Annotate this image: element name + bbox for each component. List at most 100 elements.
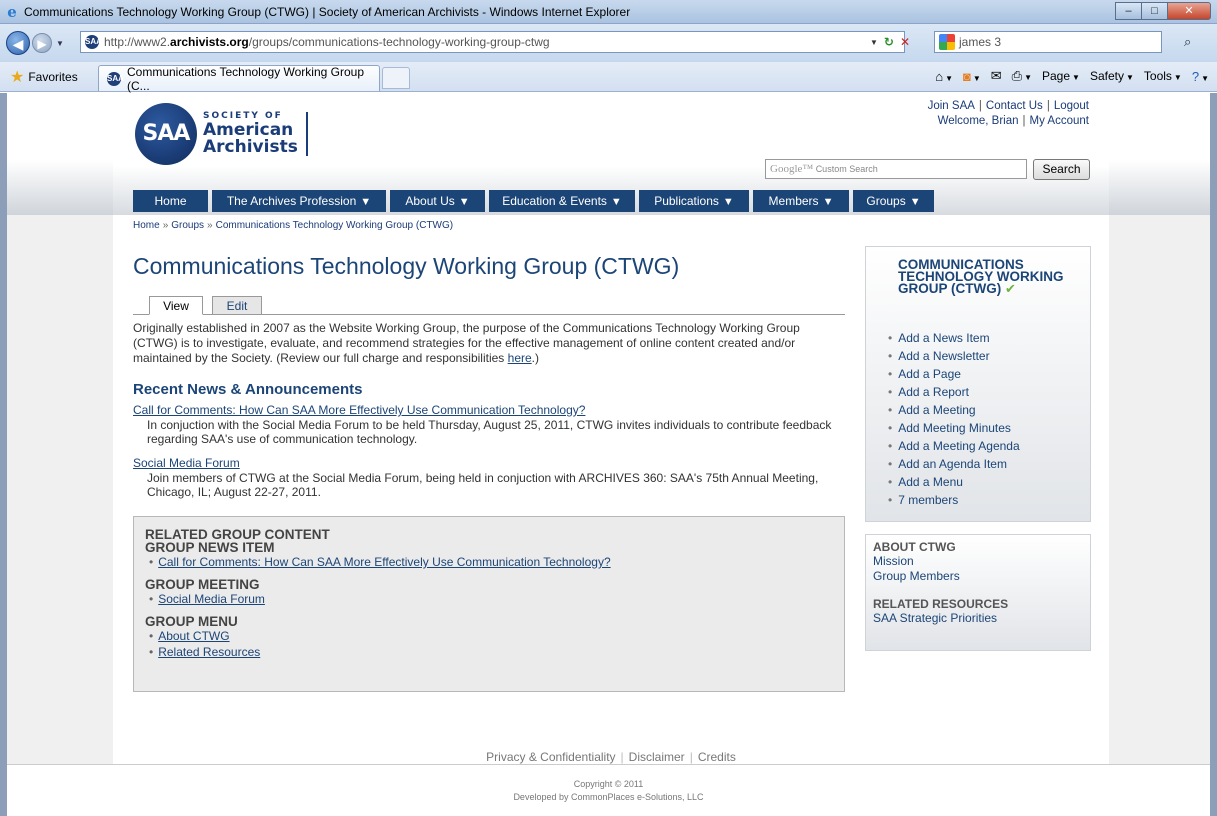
dropdown-triangle-icon: ▼	[610, 196, 622, 208]
site-search-input[interactable]: Google™ Custom Search	[765, 159, 1027, 179]
site-search-button[interactable]: Search	[1033, 159, 1090, 180]
credits-link[interactable]: Credits	[698, 750, 736, 764]
window-title: Communications Technology Working Group …	[24, 4, 631, 19]
back-button[interactable]: ◀	[6, 31, 30, 55]
list-item: • About CTWG	[149, 629, 230, 643]
stop-icon[interactable]: ✕	[900, 35, 910, 49]
logo-wordmark: SOCIETY OF American Archivists	[203, 112, 308, 156]
footer-links: Privacy & Confidentiality | Disclaimer | Cre…	[486, 750, 736, 764]
strategic-priorities-link[interactable]: SAA Strategic Priorities	[873, 611, 1083, 626]
sidebar-action-add-newsletter[interactable]: • Add a Newsletter	[888, 347, 1020, 365]
charge-here-link[interactable]: here	[508, 351, 532, 365]
tools-menu[interactable]: Tools ▼	[1144, 69, 1182, 83]
news-item: Social Media Forum Join members of CTWG …	[133, 456, 845, 500]
resources-heading: RELATED RESOURCES	[873, 597, 1009, 611]
contact-us-link[interactable]: Contact Us	[986, 100, 1043, 112]
sidebar-action-add-report[interactable]: • Add a Report	[888, 383, 1020, 401]
saa-logo[interactable]: SAA SOCIETY OF American Archivists	[135, 103, 308, 165]
browser-search-value: james 3	[959, 35, 1002, 49]
news-heading: Recent News & Announcements	[133, 381, 363, 398]
related-news-link[interactable]: Call for Comments: How Can SAA More Effe…	[158, 555, 610, 569]
site-favicon-icon: SAA	[85, 35, 102, 49]
sidebar-action-add-meeting[interactable]: • Add a Meeting	[888, 401, 1020, 419]
join-saa-link[interactable]: Join SAA	[928, 100, 975, 112]
tab-edit[interactable]: Edit	[212, 296, 262, 315]
checkmark-icon: ✔	[1005, 281, 1016, 296]
browser-tab-active[interactable]: SAA Communications Technology Working Gr…	[98, 64, 380, 93]
sidebar-members-link[interactable]: • 7 members	[888, 491, 1020, 509]
sidebar-action-add-news-item[interactable]: • Add a News Item	[888, 329, 1020, 347]
developer-text: Developed by CommonPlaces e-Solutions, L…	[513, 792, 704, 802]
logout-link[interactable]: Logout	[1054, 100, 1089, 112]
sidebar-action-add-agenda-item[interactable]: • Add an Agenda Item	[888, 455, 1020, 473]
utility-links: Join SAA | Contact Us | Logout Welcome, Bria…	[927, 100, 1089, 127]
my-account-link[interactable]: My Account	[1030, 115, 1089, 127]
nav-archives-profession[interactable]: The Archives Profession ▼	[212, 190, 386, 212]
related-meeting-link[interactable]: Social Media Forum	[158, 592, 265, 606]
about-ctwg-link[interactable]: About CTWG	[158, 629, 229, 643]
history-dropdown-icon[interactable]: ▼	[56, 39, 64, 48]
address-bar-row: ◀ ▶ ▼ SAA http://www2. archivists.org/gro…	[0, 24, 1217, 62]
print-icon[interactable]: ⎙ ▼	[1012, 68, 1032, 84]
help-icon[interactable]: ? ▼	[1192, 69, 1209, 84]
sidebar-action-add-page[interactable]: • Add a Page	[888, 365, 1020, 383]
nav-home[interactable]: Home	[133, 190, 208, 212]
url-prefix: http://www2.	[104, 35, 171, 49]
sidebar-action-add-meeting-minutes[interactable]: • Add Meeting Minutes	[888, 419, 1020, 437]
favorites-button[interactable]: ★ Favorites	[10, 66, 78, 88]
home-icon[interactable]: ⌂ ▼	[935, 69, 953, 84]
search-icon[interactable]: ⌕	[1184, 34, 1191, 50]
nav-groups[interactable]: Groups ▼	[853, 190, 934, 212]
tab-view[interactable]: View	[149, 296, 203, 315]
breadcrumb-home[interactable]: Home	[133, 220, 160, 231]
main-nav: Home The Archives Profession ▼ About Us ▼ …	[133, 190, 934, 212]
news-item-desc: In conjuction with the Social Media Foru…	[147, 417, 832, 447]
browser-search-input[interactable]: james 3	[934, 31, 1162, 53]
list-item: • Social Media Forum	[149, 592, 265, 606]
dropdown-triangle-icon: ▼	[458, 196, 470, 208]
url-field[interactable]: SAA http://www2. archivists.org/groups/co…	[80, 31, 905, 53]
close-window-button[interactable]: ✕	[1167, 2, 1211, 20]
news-item-desc: Join members of CTWG at the Social Media…	[147, 470, 819, 500]
group-members-link[interactable]: Group Members	[873, 569, 1083, 584]
forward-button[interactable]: ▶	[32, 33, 52, 53]
search-provider-icon	[939, 34, 955, 50]
nav-members[interactable]: Members ▼	[753, 190, 849, 212]
dropdown-triangle-icon: ▼	[360, 196, 372, 208]
url-dropdown-icon[interactable]: ▼	[870, 38, 878, 47]
content-tabs: View Edit	[133, 295, 845, 315]
page-container: SAA SOCIETY OF American Archivists Join …	[113, 93, 1109, 816]
news-item-title-link[interactable]: Social Media Forum	[133, 456, 845, 471]
privacy-link[interactable]: Privacy & Confidentiality	[486, 750, 615, 764]
refresh-icon[interactable]: ↻	[884, 35, 894, 49]
mission-link[interactable]: Mission	[873, 554, 1083, 569]
mail-icon[interactable]: ✉	[991, 68, 1002, 84]
intro-paragraph: Originally established in 2007 as the We…	[133, 321, 800, 365]
tab-favicon-icon: SAA	[107, 71, 124, 86]
breadcrumb-groups[interactable]: Groups	[171, 220, 204, 231]
tab-title: Communications Technology Working Group …	[127, 64, 365, 93]
disclaimer-link[interactable]: Disclaimer	[629, 750, 685, 764]
window-controls: – □ ✕	[1115, 2, 1211, 20]
nav-education-events[interactable]: Education & Events ▼	[489, 190, 635, 212]
sidebar-action-add-menu[interactable]: • Add a Menu	[888, 473, 1020, 491]
url-path: /groups/communications-technology-workin…	[248, 35, 550, 49]
list-item: • Related Resources	[149, 645, 261, 659]
breadcrumb: Home» Groups» Communications Technology Wo…	[133, 220, 454, 231]
news-item-title-link[interactable]: Call for Comments: How Can SAA More Effe…	[133, 403, 845, 418]
maximize-button[interactable]: □	[1141, 2, 1167, 20]
minimize-button[interactable]: –	[1115, 2, 1141, 20]
nav-publications[interactable]: Publications ▼	[639, 190, 749, 212]
rss-icon[interactable]: ◙ ▼	[963, 69, 981, 84]
related-resources-link[interactable]: Related Resources	[158, 645, 260, 659]
group-title: COMMUNICATIONS TECHNOLOGY WORKING GROUP …	[898, 257, 1064, 296]
command-bar: ⌂ ▼ ◙ ▼ ✉ ⎙ ▼ Page ▼ Safety ▼ Tools ▼ ? ▼	[935, 68, 1209, 84]
new-tab-button[interactable]	[382, 67, 410, 89]
star-icon: ★	[10, 68, 25, 86]
sidebar-action-add-meeting-agenda[interactable]: • Add a Meeting Agenda	[888, 437, 1020, 455]
page-menu[interactable]: Page ▼	[1042, 69, 1080, 83]
safety-menu[interactable]: Safety ▼	[1090, 69, 1134, 83]
site-footer: Copyright © 2011 Developed by CommonPlac…	[7, 764, 1210, 816]
nav-about-us[interactable]: About Us ▼	[390, 190, 485, 212]
group-meeting-heading: GROUP MEETING	[145, 577, 260, 592]
